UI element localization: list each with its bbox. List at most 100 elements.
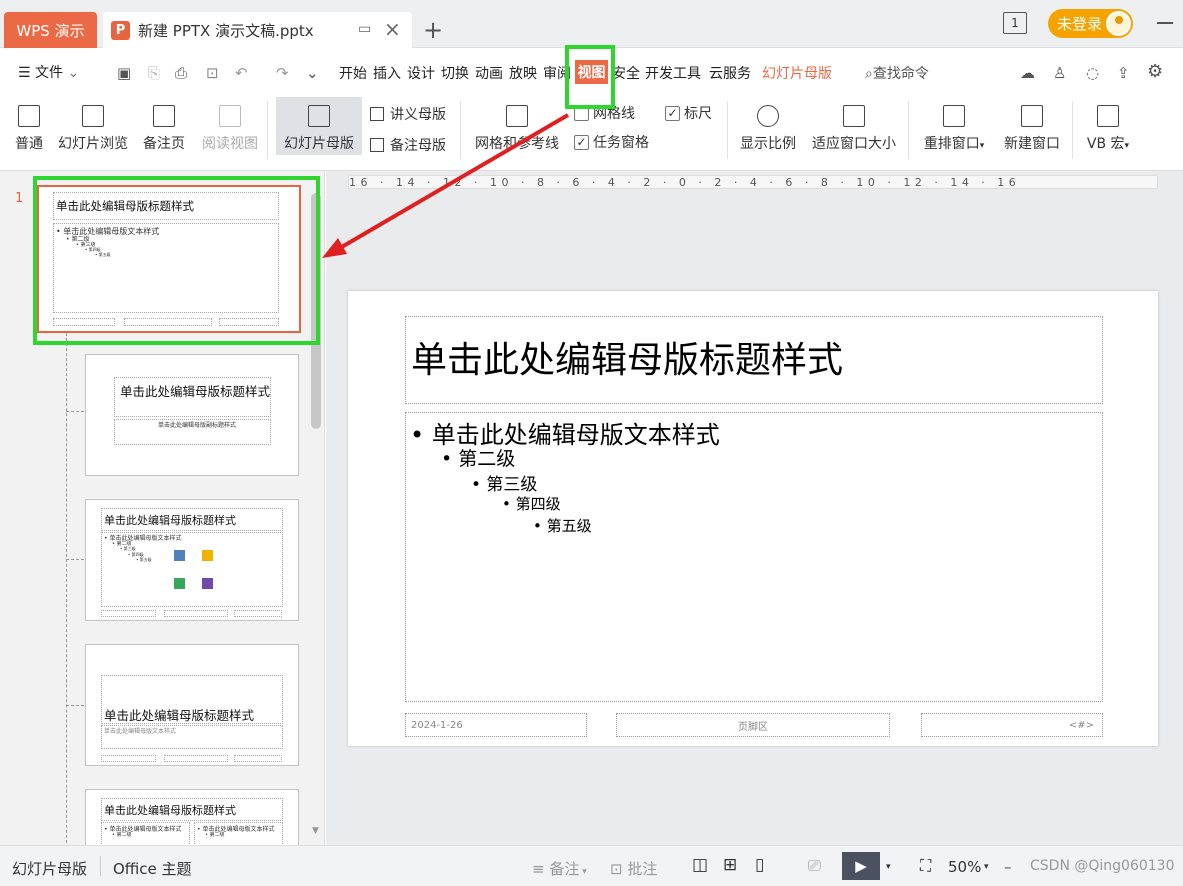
thumb-footer-placeholder (164, 610, 228, 617)
menu-home[interactable]: 开始 (339, 63, 367, 83)
menu-insert[interactable]: 插入 (373, 63, 401, 83)
file-menu[interactable]: ☰ 文件 ⌄ (18, 62, 79, 82)
customize-toolbar-icon[interactable]: ⌄ (306, 64, 319, 82)
menu-slideshow[interactable]: 放映 (509, 63, 537, 83)
redo-icon[interactable]: ↷ (276, 64, 289, 82)
layout-thumbnail-section-header[interactable]: 单击此处编辑母版标题样式 单击此处编辑母版文本样式 (85, 644, 299, 766)
arrange-windows-button[interactable]: 重排窗口▾ (918, 105, 990, 153)
notes-master-button[interactable]: 备注母版 (370, 135, 446, 155)
vb-macro-label: VB 宏 (1086, 136, 1125, 152)
zoom-button[interactable]: 显示比例 (736, 105, 800, 153)
menu-animations[interactable]: 动画 (475, 63, 503, 83)
body-level4: • 第四级 (502, 495, 561, 513)
reading-view-status-icon[interactable]: ▯ (755, 855, 764, 875)
reading-view-label: 阅读视图 (202, 136, 258, 152)
comment-add-icon: ⊡ (610, 860, 623, 878)
save-icon[interactable]: ▣ (117, 64, 131, 82)
date-placeholder[interactable]: 2024-1-26 (405, 713, 587, 737)
slide-title: 单击此处编辑母版标题样式 (411, 340, 844, 381)
new-window-button[interactable]: 新建窗口 (1000, 105, 1064, 153)
layout-thumbnail-two-content[interactable]: 单击此处编辑母版标题样式 • 单击此处编辑母版文本样式 • 单击此处编辑母版文本… (85, 789, 299, 845)
body-placeholder[interactable]: • 单击此处编辑母版文本样式 • 第二级 • 第三级 • 第四级 • 第五级 (405, 412, 1103, 702)
presenter-icon[interactable]: ⎚ (808, 856, 821, 876)
slide-sorter-icon (82, 105, 104, 127)
settings-gear-icon[interactable]: ⚙ (1147, 61, 1163, 82)
ribbon-divider (727, 101, 728, 159)
fit-screen-icon[interactable]: ⛶ (920, 856, 931, 876)
document-tab[interactable]: P 新建 PPTX 演示文稿.pptx ▭ × (103, 12, 412, 48)
normal-view-status-icon[interactable]: ◫ (692, 855, 708, 875)
menu-cloud[interactable]: 云服务 (709, 63, 751, 83)
notes-toggle[interactable]: ≡ 备注 ▾ (532, 858, 587, 879)
close-tab-icon[interactable]: × (384, 17, 401, 41)
print-preview-icon[interactable]: ⊡ (206, 64, 219, 82)
export-pdf-icon[interactable]: ⎘ (148, 64, 160, 82)
slide-master-button[interactable]: 幻灯片母版 (276, 97, 362, 155)
comments-label: 批注 (627, 860, 658, 878)
menu-transitions[interactable]: 切换 (441, 63, 469, 83)
reading-view-button[interactable]: 阅读视图 (198, 105, 262, 153)
window-count-indicator[interactable]: 1 (1003, 12, 1027, 34)
minimize-icon[interactable] (1157, 22, 1173, 24)
notes-page-label: 备注页 (143, 136, 185, 152)
notes-page-button[interactable]: 备注页 (140, 105, 188, 153)
scroll-down-arrow-icon[interactable]: ▼ (312, 826, 319, 836)
zoom-out-icon[interactable]: – (1004, 858, 1012, 876)
menu-developer[interactable]: 开发工具 (645, 63, 701, 83)
comment-icon[interactable]: ◌ (1086, 64, 1099, 82)
menu-slide-master[interactable]: 幻灯片母版 (762, 63, 832, 83)
undo-icon[interactable]: ↶ (235, 64, 248, 82)
zoom-dropdown-icon[interactable]: ▾ (984, 862, 989, 872)
thumb-left-level2: • 第二级 (112, 832, 132, 838)
new-tab-button[interactable]: + (423, 16, 443, 44)
ruler-checkbox[interactable]: ✓ 标尺 (665, 103, 712, 123)
thumb-footer-placeholder (101, 610, 156, 617)
master-slide[interactable]: 单击此处编辑母版标题样式 • 单击此处编辑母版文本样式 • 第二级 • 第三级 … (348, 291, 1158, 746)
file-menu-label: 文件 (35, 65, 64, 81)
thumb-footer-placeholder (234, 610, 282, 617)
zoom-level[interactable]: 50% (948, 858, 981, 876)
search-command-label: 查找命令 (872, 66, 929, 82)
macro-icon (1097, 105, 1119, 127)
vb-macro-button[interactable]: VB 宏▾ (1082, 105, 1134, 153)
play-slideshow-button[interactable]: ▶ (842, 852, 880, 880)
body-level3: • 第三级 (471, 475, 538, 495)
share-user-icon[interactable]: ♙ (1053, 64, 1066, 82)
login-button[interactable]: 未登录 (1048, 9, 1133, 38)
book-icon (219, 105, 241, 127)
window-pin-icon[interactable]: ▭ (358, 21, 371, 37)
slide-sorter-button[interactable]: 幻灯片浏览 (54, 105, 132, 153)
layout-thumbnail-title-content[interactable]: 单击此处编辑母版标题样式 • 单击此处编辑母版文本样式 • 第二级 • 第三级 … (85, 499, 299, 621)
cloud-sync-icon[interactable]: ☁ (1020, 64, 1035, 82)
thumbnail-highlight (33, 176, 320, 345)
share-icon[interactable]: ⇪ (1117, 64, 1130, 82)
layout-thumbnail-title-slide[interactable]: 单击此处编辑母版标题样式 单击此处编辑母版副标题样式 (85, 354, 299, 476)
thumb-right-level2: • 第二级 (205, 832, 225, 838)
wps-home-tab[interactable]: WPS 演示 (4, 12, 97, 48)
body-level5: • 第五级 (533, 517, 592, 535)
horizontal-ruler[interactable]: 16 · 14 · 12 · 10 · 8 · 6 · 4 · 2 · 0 · … (348, 175, 1158, 189)
ppt-file-icon: P (111, 20, 130, 40)
status-theme-name[interactable]: Office 主题 (113, 858, 192, 879)
handout-master-button[interactable]: 讲义母版 (370, 104, 446, 124)
notes-master-icon (370, 138, 384, 152)
fit-window-label: 适应窗口大小 (812, 136, 896, 152)
menu-security[interactable]: 安全 (612, 63, 640, 83)
play-options-chevron-icon[interactable]: ▾ (886, 862, 891, 872)
search-icon: ⌕ (865, 66, 873, 82)
title-placeholder[interactable]: 单击此处编辑母版标题样式 (405, 316, 1103, 404)
comments-toggle[interactable]: ⊡ 批注 (610, 858, 657, 879)
grid-guides-button[interactable]: 网格和参考线 (470, 105, 564, 153)
new-window-label: 新建窗口 (1004, 136, 1060, 152)
picture-icon (174, 550, 185, 561)
search-command[interactable]: ⌕查找命令 (865, 63, 929, 83)
task-pane-checkbox[interactable]: ✓ 任务窗格 (574, 132, 649, 152)
fit-window-button[interactable]: 适应窗口大小 (808, 105, 900, 153)
slide-sorter-status-icon[interactable]: ⊞ (723, 855, 737, 875)
menu-design[interactable]: 设计 (407, 63, 435, 83)
thumb-subtitle: 单击此处编辑母版副标题样式 (158, 422, 237, 429)
print-icon[interactable]: ⎙ (175, 64, 187, 82)
footer-placeholder[interactable]: 页脚区 (616, 713, 890, 737)
normal-view-button[interactable]: 普通 (10, 105, 48, 153)
slide-number-placeholder[interactable]: <#> (921, 713, 1103, 737)
